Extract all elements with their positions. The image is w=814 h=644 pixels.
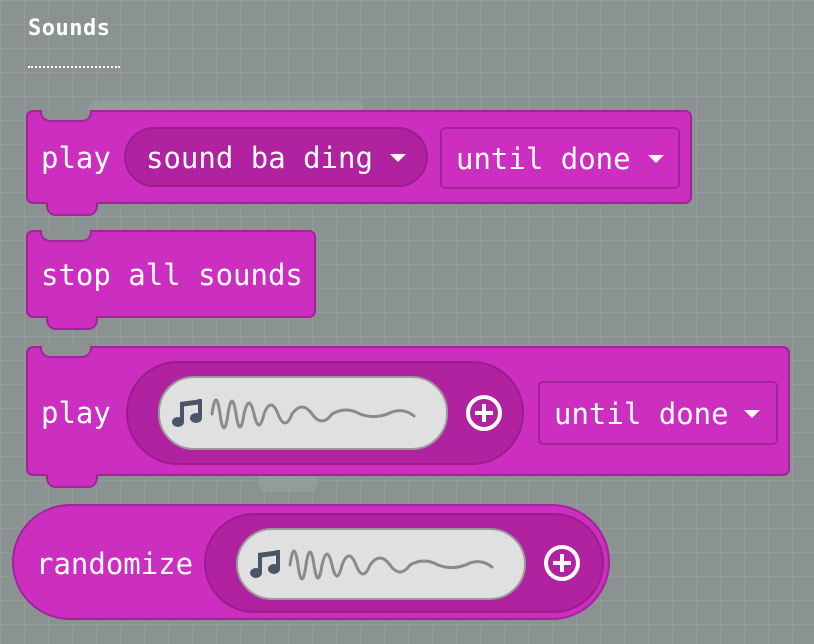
block-connector (46, 316, 98, 330)
sound-wave-icon (288, 549, 494, 581)
randomize-block[interactable]: randomize (12, 504, 610, 620)
mode-dropdown-value: until done (456, 142, 631, 176)
plus-circle-icon[interactable] (544, 545, 580, 581)
block-connector (46, 202, 98, 216)
stop-all-sounds-label: stop all sounds (41, 258, 303, 292)
sound-dropdown-value: sound ba ding (146, 141, 373, 175)
mode-dropdown[interactable]: until done (440, 127, 680, 189)
block-connector (46, 474, 98, 488)
category-title: Sounds (28, 16, 111, 41)
music-note-icon (250, 550, 280, 578)
sound-wave-icon (210, 398, 416, 430)
caret-down-icon (648, 155, 664, 163)
caret-down-icon (390, 154, 406, 162)
play-sound-block[interactable]: play sound ba ding until done (26, 110, 692, 216)
stop-all-sounds-block[interactable]: stop all sounds (26, 230, 316, 330)
mode-dropdown[interactable]: until done (538, 381, 778, 445)
play-expression-block[interactable]: play until done (26, 346, 790, 488)
block-notch (40, 346, 92, 358)
sound-expression-slot[interactable] (204, 513, 604, 613)
block-notch (40, 110, 92, 122)
music-note-icon (172, 399, 202, 427)
sound-expression-field[interactable] (158, 376, 448, 450)
category-title-underline (28, 66, 120, 68)
block-notch (40, 230, 92, 242)
mode-dropdown-value: until done (554, 397, 729, 431)
play-label: play (41, 141, 111, 175)
sound-expression-slot[interactable] (126, 361, 524, 465)
randomize-label: randomize (36, 547, 194, 581)
sound-dropdown[interactable]: sound ba ding (124, 127, 428, 187)
play-label: play (41, 396, 111, 430)
caret-down-icon (744, 410, 760, 418)
plus-circle-icon[interactable] (466, 395, 502, 431)
sound-expression-field[interactable] (236, 528, 526, 600)
